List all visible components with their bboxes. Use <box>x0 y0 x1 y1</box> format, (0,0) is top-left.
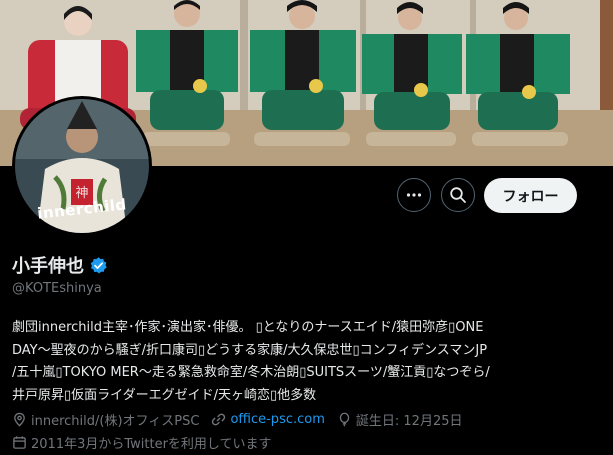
more-horizontal-icon <box>406 193 422 197</box>
website-item[interactable]: office-psc.com <box>211 412 325 427</box>
joined-row: 2011年3月からTwitterを利用しています <box>12 433 272 452</box>
location-pin-icon <box>14 412 25 427</box>
profile-bio: 劇団innerchild主宰･作家･演出家･俳優。 ▯となりのナースエイド/猿田… <box>12 317 604 407</box>
search-button[interactable] <box>441 178 475 212</box>
bio-line: 劇団innerchild主宰･作家･演出家･俳優。 ▯となりのナースエイド/猿田… <box>12 320 484 335</box>
bio-line: 井戸原昇▯仮面ライダーエグゼイド/天ヶ崎恋▯他多数 <box>12 387 317 403</box>
verified-badge-icon[interactable] <box>89 256 108 275</box>
more-button[interactable] <box>397 178 431 212</box>
bio-line: DAY～聖夜のから騒ぎ/折口康司▯どうする家康/大久保忠世▯コンフィデンスマンJ… <box>12 342 488 358</box>
profile-meta: innerchild/(株)オフィスPSC office-psc.com 誕生日… <box>12 410 475 429</box>
birthday-text: 誕生日: 12月25日 <box>355 414 463 429</box>
location-item: innerchild/(株)オフィスPSC <box>12 410 199 429</box>
website-link[interactable]: office-psc.com <box>230 412 324 427</box>
profile-name-row: 小手伸也 <box>12 252 108 278</box>
bio-line: /五十嵐▯TOKYO MER～走る緊急救命室/冬木治朗▯SUITSスーツ/蟹江貢… <box>12 365 490 380</box>
joined-text: 2011年3月からTwitterを利用しています <box>31 437 272 452</box>
balloon-icon <box>339 412 350 427</box>
calendar-icon <box>13 436 26 449</box>
link-icon <box>212 413 226 426</box>
profile-name: 小手伸也 <box>12 256 84 277</box>
profile-avatar[interactable]: 神 innerchild <box>12 96 152 236</box>
birthday-item: 誕生日: 12月25日 <box>337 410 463 429</box>
profile-handle: @KOTEshinya <box>12 281 102 296</box>
search-icon <box>450 187 466 203</box>
follow-button[interactable]: フォロー <box>484 178 577 213</box>
location-text: innerchild/(株)オフィスPSC <box>31 414 200 429</box>
